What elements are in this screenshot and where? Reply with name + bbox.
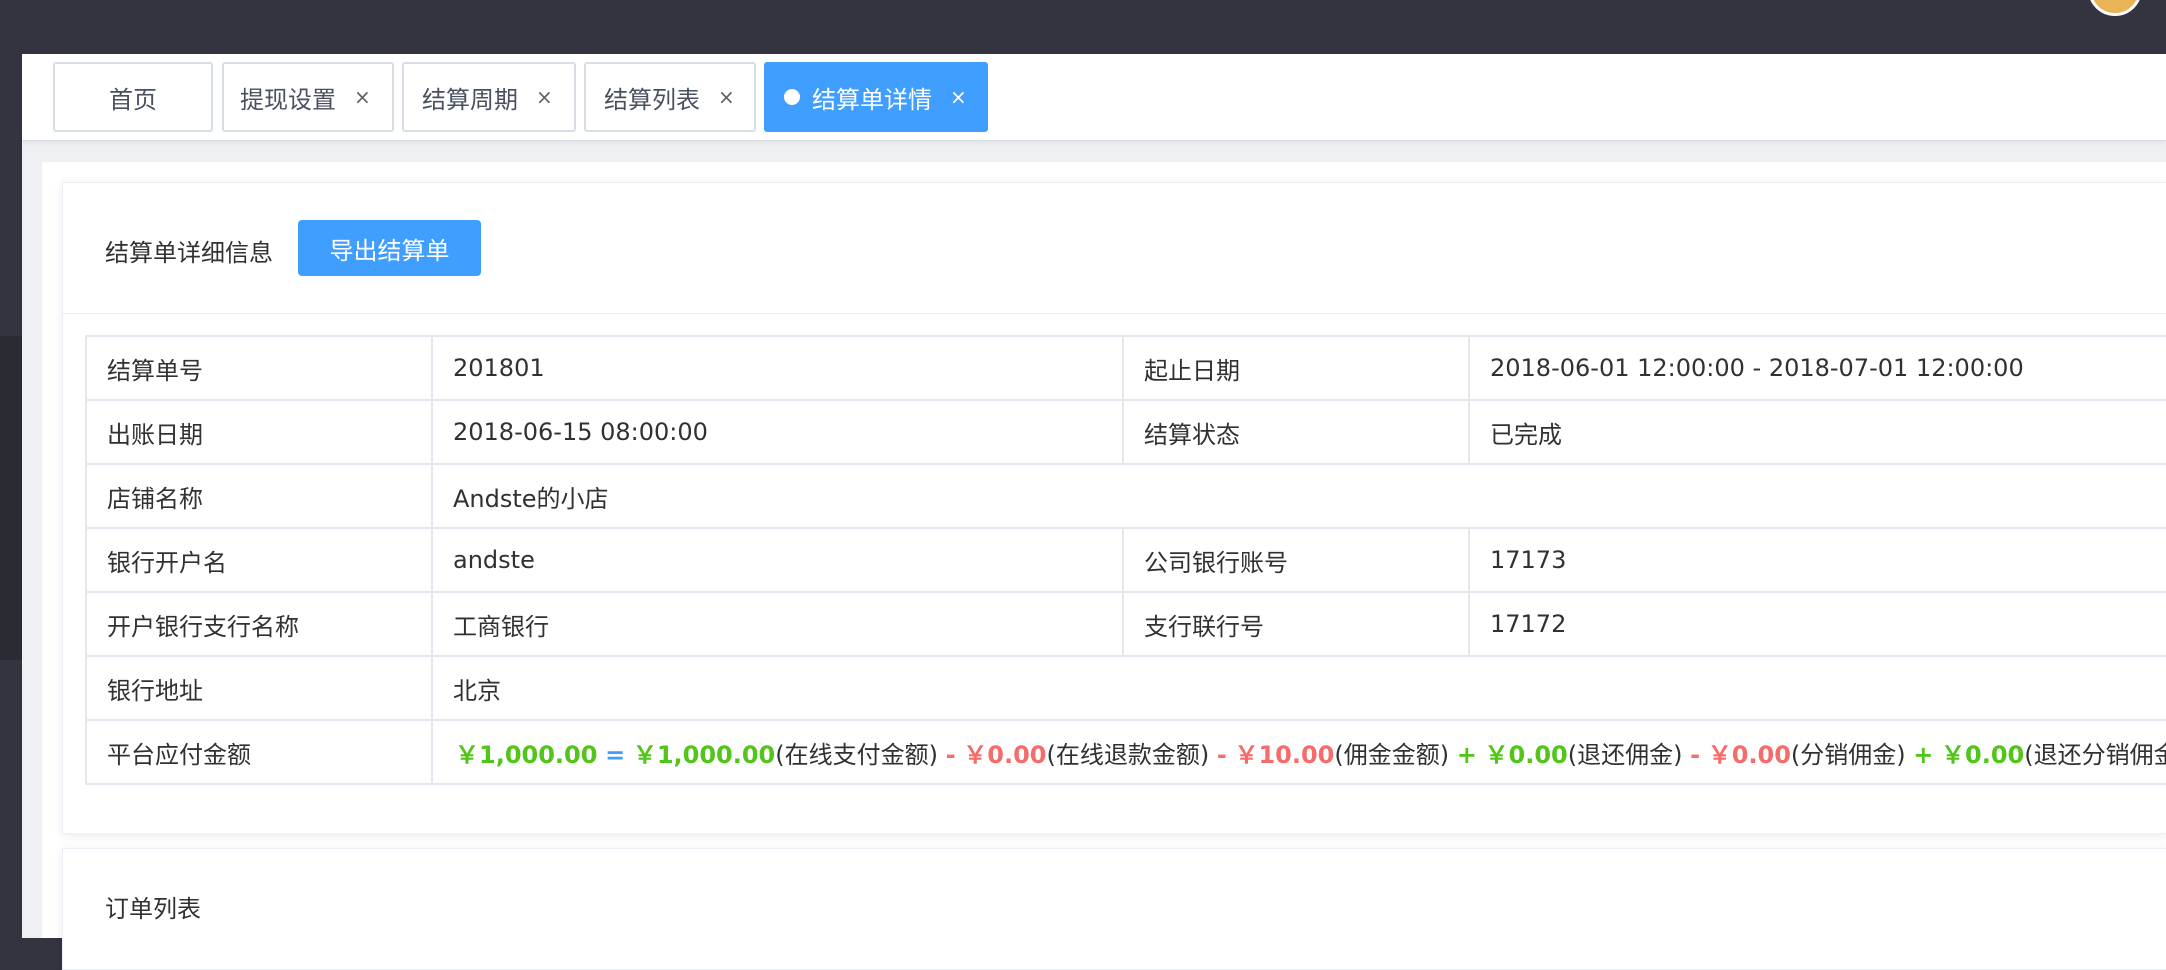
tab-settlement-list[interactable]: 结算列表 × xyxy=(584,62,756,132)
minus-sign: - xyxy=(945,740,956,769)
plus-sign: + xyxy=(1913,740,1934,769)
payable-label: 平台应付金额 xyxy=(85,719,433,785)
online-pay-label: (在线支付金额) xyxy=(775,740,938,769)
top-navbar xyxy=(0,0,2166,54)
status-value: 已完成 xyxy=(1468,399,2166,465)
dist-commission-label: (分销佣金) xyxy=(1790,740,1906,769)
refund-commission-amount: ￥0.00 xyxy=(1484,740,1568,769)
close-icon[interactable]: × xyxy=(950,85,967,109)
branch-code-label: 支行联行号 xyxy=(1122,591,1470,657)
tab-label: 结算周期 xyxy=(422,85,518,114)
refund-dist-commission-label: (退还分销佣金) xyxy=(2024,740,2166,769)
bank-address-label: 银行地址 xyxy=(85,655,433,721)
settlement-detail-card: 结算单详细信息 导出结算单 结算单号 201801 起止日期 2018-06-0… xyxy=(62,182,2166,834)
order-list-card: 订单列表 xyxy=(62,848,2166,970)
shop-label: 店铺名称 xyxy=(85,463,433,529)
bank-account-label: 公司银行账号 xyxy=(1122,527,1470,593)
order-no-label: 结算单号 xyxy=(85,335,433,401)
bank-account-value: 17173 xyxy=(1468,527,2166,593)
online-pay-amount: ￥1,000.00 xyxy=(632,740,776,769)
page-panel: 结算单详细信息 导出结算单 结算单号 201801 起止日期 2018-06-0… xyxy=(42,162,2166,970)
card-header: 结算单详细信息 导出结算单 xyxy=(63,183,2166,314)
order-no-value: 201801 xyxy=(431,335,1124,401)
shop-value: Andste的小店 xyxy=(431,463,2166,529)
bill-date-value: 2018-06-15 08:00:00 xyxy=(431,399,1124,465)
online-refund-amount: ￥0.00 xyxy=(963,740,1047,769)
tabs-view: 首页 提现设置 × 结算周期 × 结算列表 × 结算单详情 × xyxy=(22,54,2166,141)
dist-commission-amount: ￥0.00 xyxy=(1707,740,1791,769)
table-row: 店铺名称 Andste的小店 xyxy=(85,463,2166,529)
refund-commission-label: (退还佣金) xyxy=(1567,740,1683,769)
minus-sign: - xyxy=(1690,740,1701,769)
refund-dist-commission-amount: ￥0.00 xyxy=(1941,740,2025,769)
minus-sign: - xyxy=(1216,740,1227,769)
table-row: 银行地址 北京 xyxy=(85,655,2166,721)
account-name-value: andste xyxy=(431,527,1124,593)
branch-code-value: 17172 xyxy=(1468,591,2166,657)
commission-label: (佣金金额) xyxy=(1334,740,1450,769)
main-content: 首页 提现设置 × 结算周期 × 结算列表 × 结算单详情 × 结算单详细信息 … xyxy=(22,54,2166,970)
close-icon[interactable]: × xyxy=(718,85,735,109)
active-dot-icon xyxy=(784,89,800,105)
order-list-title: 订单列表 xyxy=(105,895,201,923)
total-amount: ￥1,000.00 xyxy=(455,740,598,769)
branch-name-value: 工商银行 xyxy=(431,591,1124,657)
branch-name-label: 开户银行支行名称 xyxy=(85,591,433,657)
close-icon[interactable]: × xyxy=(354,85,371,109)
status-label: 结算状态 xyxy=(1122,399,1470,465)
tab-home[interactable]: 首页 xyxy=(53,62,213,132)
tab-settlement-detail[interactable]: 结算单详情 × xyxy=(764,62,988,132)
tab-label: 结算单详情 xyxy=(812,85,932,114)
account-name-label: 银行开户名 xyxy=(85,527,433,593)
plus-sign: + xyxy=(1456,740,1477,769)
sidebar-edge xyxy=(0,336,22,660)
export-settlement-button[interactable]: 导出结算单 xyxy=(298,220,481,276)
period-value: 2018-06-01 12:00:00 - 2018-07-01 12:00:0… xyxy=(1468,335,2166,401)
tab-settlement-cycle[interactable]: 结算周期 × xyxy=(402,62,576,132)
equals-sign: = xyxy=(605,740,626,769)
settlement-info-table: 结算单号 201801 起止日期 2018-06-01 12:00:00 - 2… xyxy=(85,335,2166,785)
payable-formula: ￥1,000.00 = ￥1,000.00(在线支付金额) - ￥0.00(在线… xyxy=(431,719,2166,785)
close-icon[interactable]: × xyxy=(536,85,553,109)
table-row: 开户银行支行名称 工商银行 支行联行号 17172 xyxy=(85,591,2166,657)
bill-date-label: 出账日期 xyxy=(85,399,433,465)
online-refund-label: (在线退款金额) xyxy=(1046,740,1210,769)
bank-address-value: 北京 xyxy=(431,655,2166,721)
period-label: 起止日期 xyxy=(1122,335,1470,401)
tab-label: 提现设置 xyxy=(240,85,336,114)
table-row: 结算单号 201801 起止日期 2018-06-01 12:00:00 - 2… xyxy=(85,335,2166,401)
tab-withdraw-settings[interactable]: 提现设置 × xyxy=(222,62,394,132)
commission-amount: ￥10.00 xyxy=(1234,740,1335,769)
tab-label: 结算列表 xyxy=(604,85,700,114)
table-row: 银行开户名 andste 公司银行账号 17173 xyxy=(85,527,2166,593)
user-avatar[interactable] xyxy=(2088,0,2142,16)
tab-label: 首页 xyxy=(109,85,157,114)
table-row: 平台应付金额 ￥1,000.00 = ￥1,000.00(在线支付金额) - ￥… xyxy=(85,719,2166,785)
card-title: 结算单详细信息 xyxy=(105,239,273,267)
table-row: 出账日期 2018-06-15 08:00:00 结算状态 已完成 xyxy=(85,399,2166,465)
